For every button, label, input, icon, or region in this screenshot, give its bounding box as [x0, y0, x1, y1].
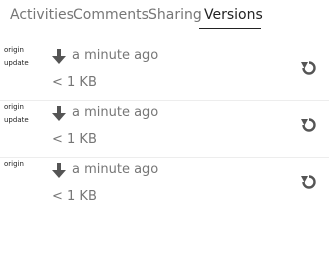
- restore-history-icon[interactable]: [301, 60, 317, 76]
- version-row: origin update a minute ago < 1 KB: [0, 101, 329, 158]
- version-size: < 1 KB: [52, 189, 97, 204]
- restore-history-icon[interactable]: [301, 117, 317, 133]
- version-row: origin a minute ago < 1 KB: [0, 158, 329, 215]
- version-time: a minute ago: [72, 162, 159, 177]
- thumbnail-text-line: update: [4, 116, 29, 124]
- restore-history-icon[interactable]: [301, 174, 317, 190]
- active-tab-indicator: [199, 28, 261, 29]
- version-thumbnail: origin: [4, 158, 36, 192]
- version-thumbnail: origin update: [4, 44, 36, 78]
- thumbnail-text-line: origin: [4, 160, 24, 168]
- sidebar-tabs: Activities Comments Sharing Versions: [0, 0, 329, 30]
- tab-versions[interactable]: Versions: [204, 6, 263, 24]
- download-arrow-icon[interactable]: [52, 49, 66, 65]
- download-arrow-icon[interactable]: [52, 106, 66, 122]
- version-list: origin update a minute ago < 1 KB origin…: [0, 44, 329, 215]
- tab-comments[interactable]: Comments: [73, 6, 149, 24]
- thumbnail-text-line: update: [4, 59, 29, 67]
- version-size: < 1 KB: [52, 75, 97, 90]
- tab-sharing[interactable]: Sharing: [148, 6, 202, 24]
- thumbnail-text-line: origin: [4, 103, 24, 111]
- version-row: origin update a minute ago < 1 KB: [0, 44, 329, 101]
- tab-activities[interactable]: Activities: [10, 6, 74, 24]
- version-size: < 1 KB: [52, 132, 97, 147]
- version-time: a minute ago: [72, 105, 159, 120]
- version-time: a minute ago: [72, 48, 159, 63]
- download-arrow-icon[interactable]: [52, 163, 66, 179]
- version-thumbnail: origin update: [4, 101, 36, 135]
- thumbnail-text-line: origin: [4, 46, 24, 54]
